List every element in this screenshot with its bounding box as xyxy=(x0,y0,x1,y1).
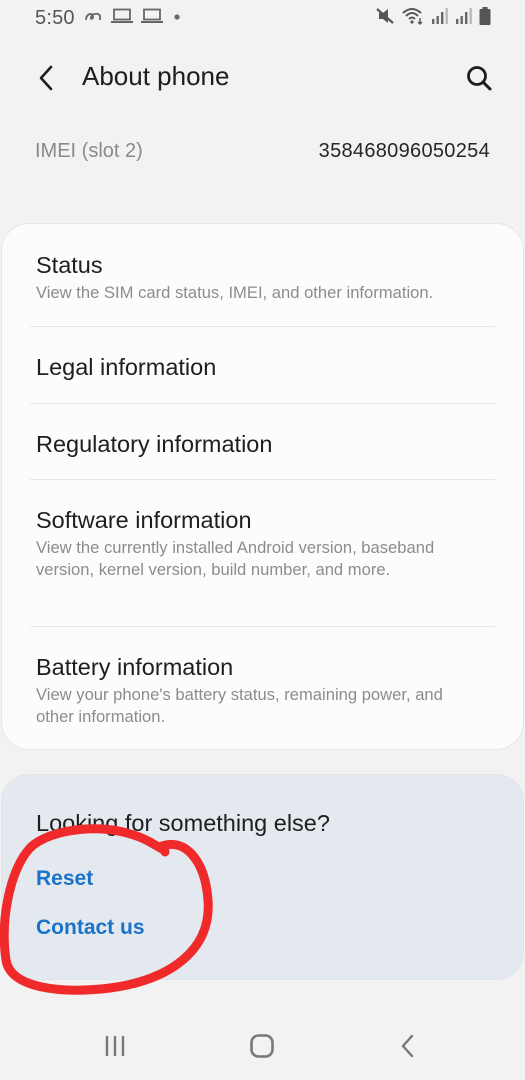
nav-back-button[interactable] xyxy=(388,1028,428,1064)
menu-item-title: Legal information xyxy=(36,354,217,380)
status-left: 5:50 xyxy=(35,7,183,30)
menu-item-status[interactable]: Status View the SIM card status, IMEI, a… xyxy=(36,250,495,304)
back-icon xyxy=(401,1034,414,1058)
menu-item-subtitle: View your phone's battery status, remain… xyxy=(36,685,443,726)
status-bar: 5:50 xyxy=(0,0,525,36)
contact-us-link[interactable]: Contact us xyxy=(36,916,145,940)
menu-item-title: Battery information xyxy=(36,654,234,680)
suggestions-title: Looking for something else? xyxy=(36,810,330,836)
menu-item-title: Regulatory information xyxy=(36,431,273,457)
back-chevron-icon xyxy=(39,65,53,91)
laptop-icon xyxy=(110,8,133,29)
about-phone-screen: 5:50 About phone IMEI (slot 2) 358468096… xyxy=(0,0,525,1080)
recents-icon xyxy=(105,1036,125,1056)
back-button[interactable] xyxy=(30,62,62,94)
navigation-bar xyxy=(0,1010,525,1080)
divider xyxy=(30,626,495,627)
imei-value: 358468096050254 xyxy=(318,140,490,162)
menu-item-title: Status xyxy=(36,252,103,278)
laptop-icon xyxy=(140,8,163,29)
dot-icon xyxy=(171,9,183,27)
notification-swirl-icon xyxy=(83,9,103,28)
app-bar: About phone xyxy=(0,48,525,108)
about-menu-card: Status View the SIM card status, IMEI, a… xyxy=(1,223,524,750)
menu-item-legal-information[interactable]: Legal information xyxy=(36,352,495,382)
signal-icon xyxy=(431,7,449,29)
search-button[interactable] xyxy=(463,62,495,94)
signal-icon xyxy=(455,7,473,29)
menu-item-title: Software information xyxy=(36,507,252,533)
home-icon xyxy=(250,1034,274,1058)
status-right xyxy=(375,6,491,30)
recents-button[interactable] xyxy=(95,1028,135,1064)
wifi-icon xyxy=(401,7,425,30)
divider xyxy=(30,326,495,327)
menu-item-regulatory-information[interactable]: Regulatory information xyxy=(36,429,495,459)
battery-icon xyxy=(479,6,491,30)
imei-row[interactable]: IMEI (slot 2) 358468096050254 xyxy=(35,140,490,163)
menu-item-software-information[interactable]: Software information View the currently … xyxy=(36,505,495,581)
divider xyxy=(30,403,495,404)
divider xyxy=(30,479,495,480)
page-title: About phone xyxy=(82,61,230,91)
search-icon xyxy=(467,66,492,91)
home-button[interactable] xyxy=(242,1028,282,1064)
status-time: 5:50 xyxy=(35,6,75,29)
menu-item-subtitle: View the SIM card status, IMEI, and othe… xyxy=(36,283,434,302)
imei-label: IMEI (slot 2) xyxy=(35,140,143,162)
menu-item-battery-information[interactable]: Battery information View your phone's ba… xyxy=(36,652,495,728)
menu-item-subtitle: View the currently installed Android ver… xyxy=(36,538,435,579)
reset-link[interactable]: Reset xyxy=(36,867,93,891)
mute-icon xyxy=(375,7,395,30)
suggestions-box: Looking for something else? Reset Contac… xyxy=(1,774,524,980)
